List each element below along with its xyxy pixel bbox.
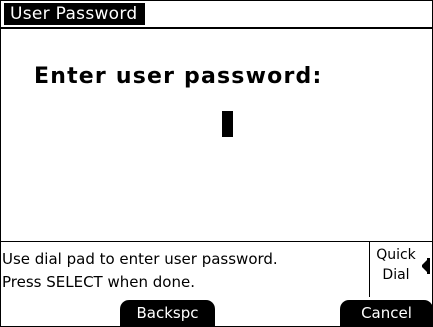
- quick-dial-button[interactable]: Quick Dial: [372, 245, 420, 285]
- cancel-softkey[interactable]: Cancel: [340, 300, 433, 327]
- password-prompt: Enter user password:: [34, 64, 323, 89]
- message-vertical-divider: [369, 241, 370, 297]
- password-input-cursor[interactable]: [222, 111, 233, 137]
- backspace-softkey[interactable]: Backspc: [120, 300, 215, 327]
- quick-dial-line-2: Dial: [382, 267, 410, 283]
- quick-dial-line-1: Quick: [376, 247, 416, 263]
- help-message: Use dial pad to enter user password. Pre…: [2, 248, 278, 294]
- help-line-1: Use dial pad to enter user password.: [2, 250, 278, 268]
- screen-title: User Password: [4, 3, 146, 25]
- speaker-arrow-icon: [422, 258, 430, 274]
- help-line-2: Press SELECT when done.: [2, 273, 195, 291]
- title-divider: [0, 27, 433, 29]
